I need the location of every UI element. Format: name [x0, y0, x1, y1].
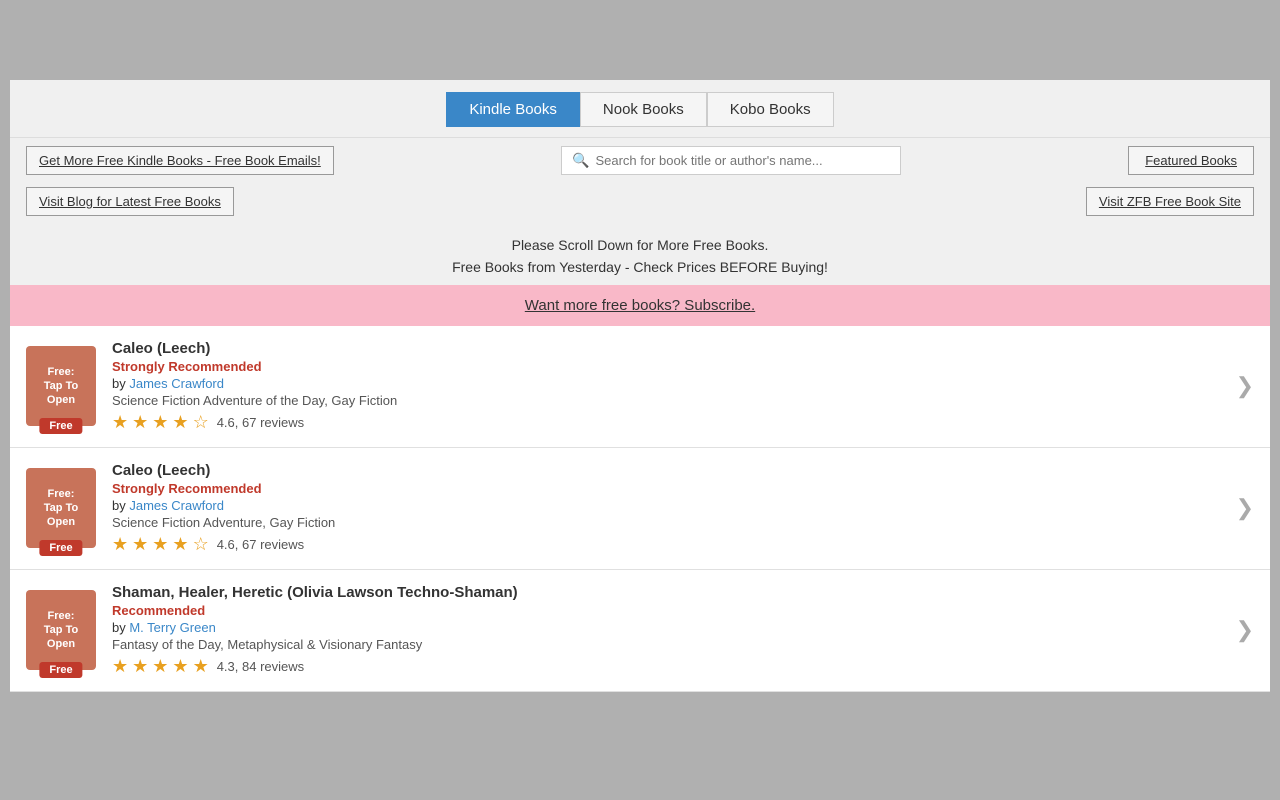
left-action: Get More Free Kindle Books - Free Book E… — [26, 146, 334, 175]
blog-link[interactable]: Visit Blog for Latest Free Books — [26, 187, 234, 216]
thumb-text-2: Free:Tap ToOpen — [44, 609, 78, 652]
thumb-text-0: Free:Tap ToOpen — [44, 365, 78, 408]
notice-line2: Free Books from Yesterday - Check Prices… — [10, 256, 1270, 278]
reviews-1: 4.6, 67 reviews — [217, 537, 304, 552]
actions-row-2: Visit Blog for Latest Free Books Visit Z… — [10, 183, 1270, 224]
book-title-1: Caleo (Leech) — [112, 462, 1224, 479]
subscribe-banner[interactable]: Want more free books? Subscribe. — [10, 285, 1270, 326]
free-badge-0: Free — [39, 418, 82, 434]
search-input[interactable] — [595, 153, 890, 168]
author-link-1[interactable]: James Crawford — [129, 498, 224, 513]
book-title-2: Shaman, Healer, Heretic (Olivia Lawson T… — [112, 584, 1224, 601]
tab-kobo-books[interactable]: Kobo Books — [707, 92, 834, 127]
star5-1: ☆ — [193, 534, 209, 555]
star1-2: ★ — [112, 656, 128, 677]
star2-0: ★ — [132, 412, 148, 433]
free-kindle-link[interactable]: Get More Free Kindle Books - Free Book E… — [26, 146, 334, 175]
star1-0: ★ — [112, 412, 128, 433]
search-icon: 🔍 — [572, 152, 589, 169]
book-author-0: by James Crawford — [112, 376, 1224, 391]
book-thumb-0[interactable]: Free:Tap ToOpen Free — [26, 346, 96, 426]
top-gray-area — [0, 0, 1280, 80]
book-thumb-1[interactable]: Free:Tap ToOpen Free — [26, 468, 96, 548]
reviews-0: 4.6, 67 reviews — [217, 415, 304, 430]
book-item-1[interactable]: Free:Tap ToOpen Free Caleo (Leech) Stron… — [10, 448, 1270, 570]
star4-2: ★ — [172, 656, 188, 677]
book-recommendation-2: Recommended — [112, 603, 1224, 618]
tab-kindle-books[interactable]: Kindle Books — [446, 92, 580, 127]
zfb-link[interactable]: Visit ZFB Free Book Site — [1086, 187, 1254, 216]
star2-2: ★ — [132, 656, 148, 677]
book-info-0: Caleo (Leech) Strongly Recommended by Ja… — [112, 340, 1224, 433]
author-link-2[interactable]: M. Terry Green — [129, 620, 215, 635]
author-link-0[interactable]: James Crawford — [129, 376, 224, 391]
main-content: Kindle Books Nook Books Kobo Books Get M… — [10, 80, 1270, 692]
star5-0: ☆ — [193, 412, 209, 433]
notice-line1: Please Scroll Down for More Free Books. — [10, 234, 1270, 256]
stars-row-2: ★ ★ ★ ★ ★ 4.3, 84 reviews — [112, 656, 1224, 677]
book-author-1: by James Crawford — [112, 498, 1224, 513]
book-info-1: Caleo (Leech) Strongly Recommended by Ja… — [112, 462, 1224, 555]
tab-nook-books[interactable]: Nook Books — [580, 92, 707, 127]
book-recommendation-0: Strongly Recommended — [112, 359, 1224, 374]
free-badge-2: Free — [39, 662, 82, 678]
star3-2: ★ — [152, 656, 168, 677]
book-thumb-2[interactable]: Free:Tap ToOpen Free — [26, 590, 96, 670]
book-item[interactable]: Free:Tap ToOpen Free Caleo (Leech) Stron… — [10, 326, 1270, 448]
book-title-0: Caleo (Leech) — [112, 340, 1224, 357]
tabs-row: Kindle Books Nook Books Kobo Books — [10, 80, 1270, 137]
stars-row-1: ★ ★ ★ ★ ☆ 4.6, 67 reviews — [112, 534, 1224, 555]
star1-1: ★ — [112, 534, 128, 555]
star4-1: ★ — [172, 534, 188, 555]
book-genre-0: Science Fiction Adventure of the Day, Ga… — [112, 393, 1224, 408]
star5-2: ★ — [193, 656, 209, 677]
book-recommendation-1: Strongly Recommended — [112, 481, 1224, 496]
reviews-2: 4.3, 84 reviews — [217, 659, 304, 674]
thumb-text-1: Free:Tap ToOpen — [44, 487, 78, 530]
book-info-2: Shaman, Healer, Heretic (Olivia Lawson T… — [112, 584, 1224, 677]
book-genre-2: Fantasy of the Day, Metaphysical & Visio… — [112, 637, 1224, 652]
actions-row-1: Get More Free Kindle Books - Free Book E… — [10, 137, 1270, 183]
stars-row-0: ★ ★ ★ ★ ☆ 4.6, 67 reviews — [112, 412, 1224, 433]
chevron-right-1[interactable]: ❯ — [1236, 495, 1254, 521]
featured-books-button[interactable]: Featured Books — [1128, 146, 1254, 175]
page-wrapper: Kindle Books Nook Books Kobo Books Get M… — [0, 0, 1280, 800]
book-genre-1: Science Fiction Adventure, Gay Fiction — [112, 515, 1224, 530]
star3-1: ★ — [152, 534, 168, 555]
chevron-right-2[interactable]: ❯ — [1236, 617, 1254, 643]
book-author-2: by M. Terry Green — [112, 620, 1224, 635]
free-badge-1: Free — [39, 540, 82, 556]
star4-0: ★ — [172, 412, 188, 433]
notice-text: Please Scroll Down for More Free Books. … — [10, 224, 1270, 285]
book-item-2[interactable]: Free:Tap ToOpen Free Shaman, Healer, Her… — [10, 570, 1270, 692]
chevron-right-0[interactable]: ❯ — [1236, 373, 1254, 399]
star3-0: ★ — [152, 412, 168, 433]
search-box[interactable]: 🔍 — [561, 146, 901, 175]
star2-1: ★ — [132, 534, 148, 555]
books-list: Free:Tap ToOpen Free Caleo (Leech) Stron… — [10, 326, 1270, 692]
